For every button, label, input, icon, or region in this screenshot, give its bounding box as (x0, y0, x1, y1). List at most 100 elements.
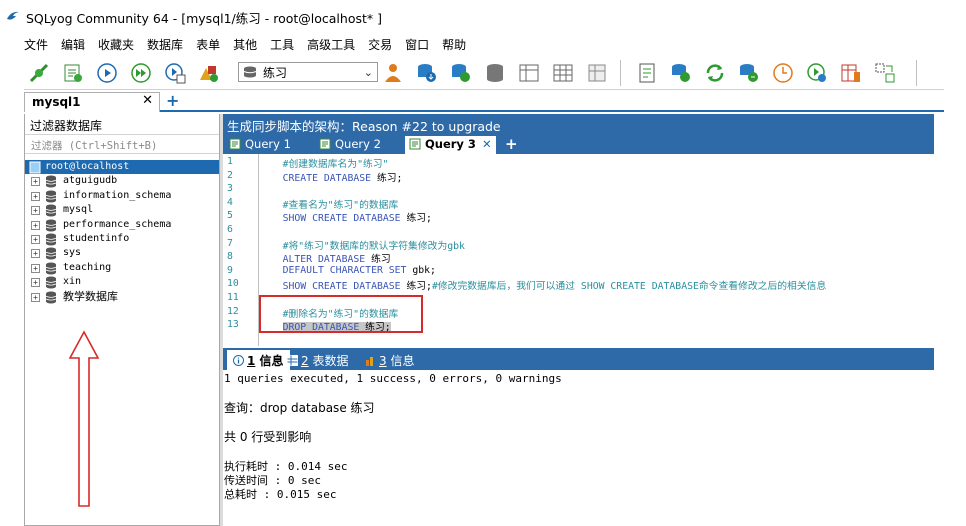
tree-root-label: root@localhost (45, 161, 130, 172)
tree-root-connection[interactable]: root@localhost (25, 160, 219, 175)
table-schema-icon[interactable] (518, 62, 540, 84)
code-line: #查看名为"练习"的数据库 (259, 197, 399, 211)
table-data-icon (287, 355, 298, 366)
code-token: #创建数据库名为"练习" (259, 159, 389, 170)
execute-query-icon[interactable] (96, 62, 118, 84)
line-number-gutter: 1 2 3 4 5 6 7 8 9 10 11 12 13 (223, 154, 259, 346)
tree-database-item[interactable]: + 教学数据库 (25, 290, 219, 304)
info-icon (233, 355, 244, 366)
database-selector-value: 练习 (263, 65, 288, 80)
expand-icon[interactable]: + (31, 206, 40, 216)
result-tab[interactable]: 2 表数据 (287, 350, 348, 370)
table-index-icon[interactable] (586, 62, 608, 84)
tree-database-item[interactable]: + sys (25, 246, 219, 260)
restore-db-icon[interactable] (450, 62, 472, 84)
close-icon[interactable]: ✕ (482, 137, 492, 151)
code-token: 练习; (406, 281, 432, 293)
sql-editor[interactable]: 1 2 3 4 5 6 7 8 9 10 11 12 13 #创建数据库名为"练习" CREATE DA… (223, 154, 934, 346)
database-icon (45, 291, 57, 304)
menu-item[interactable]: 窗口 (405, 36, 429, 53)
menu-item[interactable]: 文件 (24, 36, 48, 53)
database-tools-icon[interactable] (484, 62, 506, 84)
database-icon (45, 247, 57, 260)
result-tab-number: 3 (379, 354, 387, 368)
tree-database-label: teaching (63, 261, 112, 273)
menu-item[interactable]: 交易 (368, 36, 392, 53)
close-icon[interactable]: ✕ (142, 93, 153, 108)
refresh-icon[interactable] (704, 62, 726, 84)
database-icon (45, 219, 57, 232)
menu-item[interactable]: 编辑 (61, 36, 85, 53)
connection-tab-strip: mysql1 ✕ + (24, 91, 944, 112)
code-token: #修改完数据库后，我们可以通过 SHOW CREATE DATABASE命令查看… (431, 281, 827, 293)
database-icon (45, 276, 57, 289)
tree-database-item[interactable]: + mysql (25, 203, 219, 217)
menu-item[interactable]: 数据库 (147, 36, 183, 53)
database-icon (45, 190, 57, 203)
menu-item[interactable]: 帮助 (442, 36, 466, 53)
tree-database-label: mysql (63, 204, 94, 216)
tree-database-item[interactable]: + xin (25, 275, 219, 289)
expand-icon[interactable]: + (31, 263, 40, 273)
tree-database-label: studentinfo (63, 232, 130, 244)
query-tab[interactable]: Query 3 ✕ (405, 136, 496, 154)
database-tree: root@localhost + atguigudb + information_sch… (25, 154, 219, 304)
result-tab[interactable]: 1 信息 (227, 350, 290, 370)
scheduled-job-icon[interactable] (772, 62, 794, 84)
expand-icon[interactable]: + (31, 177, 40, 187)
code-line: CREATE DATABASE 练习; (259, 170, 403, 184)
connection-tab-label: mysql1 (32, 95, 81, 109)
tree-database-label: sys (63, 247, 82, 259)
query-tab[interactable]: Query 2 (319, 136, 381, 154)
sync-icon[interactable] (670, 62, 692, 84)
line-number: 1 (227, 156, 233, 167)
table-diagnostics-icon[interactable] (840, 62, 862, 84)
query-file-icon (229, 138, 241, 150)
add-query-tab-icon[interactable]: + (505, 135, 518, 153)
new-query-icon[interactable] (62, 62, 84, 84)
filter-database-input[interactable]: 过滤器 (Ctrl+Shift+B) (25, 134, 219, 154)
result-total-time: 总耗时 : 0.015 sec (224, 488, 337, 501)
result-tab-label: 信息 (390, 354, 415, 368)
tree-database-item[interactable]: + teaching (25, 261, 219, 275)
expand-icon[interactable]: + (31, 278, 40, 288)
visual-data-compare-icon[interactable] (874, 62, 896, 84)
menu-item[interactable]: 表单 (196, 36, 220, 53)
menu-item[interactable]: 其他 (233, 36, 257, 53)
menu-item[interactable]: 工具 (270, 36, 294, 53)
expand-icon[interactable]: + (31, 191, 40, 201)
tree-database-item[interactable]: + performance_schema (25, 218, 219, 232)
result-summary: 1 queries executed, 1 success, 0 errors,… (224, 372, 562, 385)
expand-icon[interactable]: + (31, 220, 40, 230)
expand-icon[interactable]: + (31, 249, 40, 259)
tree-database-item[interactable]: + information_schema (25, 189, 219, 203)
table-data-icon[interactable] (552, 62, 574, 84)
menu-item[interactable]: 高级工具 (307, 36, 355, 53)
query-builder-icon[interactable] (636, 62, 658, 84)
menu-item[interactable]: 收藏夹 (98, 36, 134, 53)
schema-designer-icon[interactable] (198, 62, 220, 84)
database-icon (243, 66, 257, 78)
query-tab[interactable]: Query 1 (229, 136, 291, 154)
execute-edit-icon[interactable] (164, 62, 186, 84)
info-chart-icon (366, 357, 373, 366)
new-connection-icon[interactable] (28, 62, 50, 84)
user-manager-icon[interactable] (382, 62, 404, 84)
run-script-icon[interactable] (806, 62, 828, 84)
connection-tab-mysql1[interactable]: mysql1 ✕ (24, 92, 160, 112)
execute-all-icon[interactable] (130, 62, 152, 84)
code-token: #查看名为"练习"的数据库 (259, 199, 399, 211)
result-query: 查询：drop database 练习 (224, 399, 375, 416)
add-connection-tab-icon[interactable]: + (166, 91, 179, 110)
import-data-icon[interactable] (738, 62, 760, 84)
result-messages: 1 queries executed, 1 success, 0 errors,… (223, 370, 934, 526)
toolbar-separator (916, 60, 917, 86)
expand-icon[interactable]: + (31, 234, 40, 244)
backup-db-icon[interactable] (416, 62, 438, 84)
red-up-arrow-annotation (68, 330, 100, 507)
result-tab[interactable]: 3 信息 (365, 350, 414, 370)
tree-database-item[interactable]: + atguigudb (25, 174, 219, 188)
database-selector[interactable]: 练习 ⌄ (238, 62, 378, 82)
expand-icon[interactable]: + (31, 292, 40, 302)
tree-database-item[interactable]: + studentinfo (25, 232, 219, 246)
